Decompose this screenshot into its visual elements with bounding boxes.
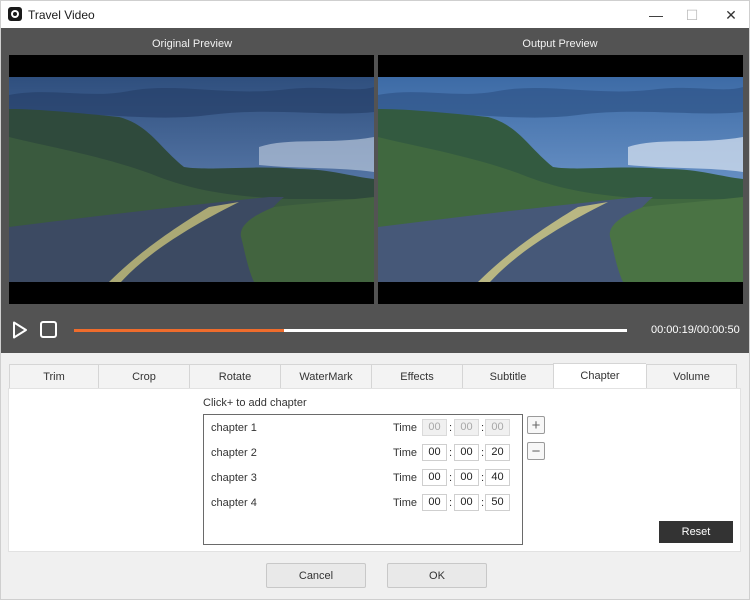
chapter-name: chapter 4 bbox=[211, 497, 257, 509]
reset-button[interactable]: Reset bbox=[659, 521, 733, 543]
progress-slider[interactable] bbox=[74, 329, 627, 332]
time-separator: : bbox=[449, 447, 453, 459]
plus-icon: + bbox=[531, 416, 541, 434]
chapter-name: chapter 2 bbox=[211, 447, 257, 459]
add-chapter-hint: Click+ to add chapter bbox=[203, 397, 307, 409]
time-separator: : bbox=[481, 447, 485, 459]
timecode: 00:00:19/00:00:50 bbox=[651, 324, 740, 336]
time-label: Time bbox=[393, 497, 418, 509]
time-label: Time bbox=[393, 472, 418, 484]
maximize-icon: ☐ bbox=[685, 6, 699, 23]
chapter-minutes-field[interactable]: 00 bbox=[454, 469, 479, 486]
time-separator: : bbox=[481, 422, 485, 434]
chapter-minutes-field[interactable]: 00 bbox=[454, 494, 479, 511]
play-icon[interactable] bbox=[12, 321, 28, 339]
chapter-name: chapter 1 bbox=[211, 422, 257, 434]
add-chapter-button[interactable]: + bbox=[527, 416, 545, 434]
chapter-minutes-field[interactable]: 00 bbox=[454, 444, 479, 461]
window-title: Travel Video bbox=[28, 8, 95, 22]
chapter-hours-field[interactable]: 00 bbox=[422, 494, 447, 511]
chapter-panel: Click+ to add chapter chapter 1 Time 00:00… bbox=[8, 388, 741, 552]
output-preview-label: Output Preview bbox=[522, 38, 598, 50]
edit-tabs: Trim Crop Rotate WaterMark Effects Subtitle Ch… bbox=[9, 363, 737, 389]
chapter-seconds-field[interactable]: 40 bbox=[485, 469, 510, 486]
maximize-button[interactable]: ☐ bbox=[672, 1, 712, 29]
original-preview-label: Original Preview bbox=[151, 38, 233, 50]
chapter-seconds-field[interactable]: 20 bbox=[485, 444, 510, 461]
chapter-seconds-field[interactable]: 50 bbox=[485, 494, 510, 511]
time-separator: : bbox=[481, 472, 485, 484]
minimize-icon: — bbox=[649, 7, 663, 23]
chapter-seconds-field: 00 bbox=[485, 419, 510, 436]
app-logo-icon bbox=[8, 7, 22, 21]
chapter-minutes-field: 00 bbox=[454, 419, 479, 436]
progress-fill bbox=[74, 329, 285, 332]
ok-button[interactable]: OK bbox=[387, 563, 487, 588]
chapter-hours-field: 00 bbox=[422, 419, 447, 436]
time-separator: : bbox=[449, 472, 453, 484]
cancel-button[interactable]: Cancel bbox=[266, 563, 366, 588]
tab-subtitle[interactable]: Subtitle bbox=[462, 364, 553, 389]
chapter-row: chapter 2 Time 00:00:20 bbox=[204, 444, 522, 464]
tab-volume[interactable]: Volume bbox=[646, 364, 737, 389]
remove-chapter-button[interactable]: − bbox=[527, 442, 545, 460]
tab-watermark[interactable]: WaterMark bbox=[280, 364, 371, 389]
tab-chapter[interactable]: Chapter bbox=[553, 363, 646, 389]
chapter-row: chapter 4 Time 00:00:50 bbox=[204, 494, 522, 514]
preview-panel: Original Preview Output Preview 00:00:19… bbox=[1, 28, 749, 353]
chapter-list: chapter 1 Time 00:00:00 chapter 2 Time 00:00:… bbox=[203, 414, 523, 545]
chapter-row: chapter 3 Time 00:00:40 bbox=[204, 469, 522, 489]
stop-icon[interactable] bbox=[40, 321, 57, 338]
minimize-button[interactable]: — bbox=[636, 1, 676, 29]
chapter-name: chapter 3 bbox=[211, 472, 257, 484]
original-preview-video bbox=[9, 55, 374, 304]
chapter-hours-field[interactable]: 00 bbox=[422, 444, 447, 461]
tab-rotate[interactable]: Rotate bbox=[189, 364, 280, 389]
close-icon: ✕ bbox=[725, 6, 737, 23]
output-preview-video bbox=[378, 55, 743, 304]
close-button[interactable]: ✕ bbox=[711, 1, 750, 29]
time-separator: : bbox=[449, 422, 453, 434]
tab-effects[interactable]: Effects bbox=[371, 364, 462, 389]
time-separator: : bbox=[449, 497, 453, 509]
time-label: Time bbox=[393, 447, 418, 459]
time-label: Time bbox=[393, 422, 418, 434]
title-bar: Travel Video — ☐ ✕ bbox=[0, 0, 750, 28]
time-separator: : bbox=[481, 497, 485, 509]
tab-trim[interactable]: Trim bbox=[9, 364, 98, 389]
chapter-hours-field[interactable]: 00 bbox=[422, 469, 447, 486]
chapter-row: chapter 1 Time 00:00:00 bbox=[204, 419, 522, 439]
tab-crop[interactable]: Crop bbox=[98, 364, 189, 389]
minus-icon: − bbox=[531, 442, 541, 460]
